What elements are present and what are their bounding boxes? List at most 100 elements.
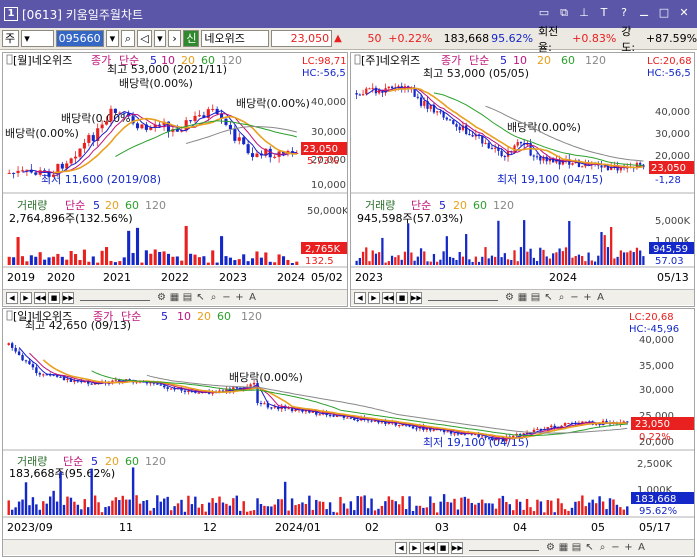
zoom-out-icon[interactable]: − (569, 292, 580, 303)
next-icon[interactable]: › (167, 30, 182, 47)
minimize-icon[interactable]: ⚊ (637, 6, 651, 20)
volume-bar (235, 495, 239, 515)
chart-type-icon[interactable]: ▤ (571, 542, 582, 553)
cursor-icon[interactable]: ↖ (584, 542, 595, 553)
candle-body (390, 86, 394, 89)
search-icon[interactable]: ⌕ (121, 30, 135, 47)
close-icon[interactable]: ✕ (677, 6, 691, 20)
fast-back-button[interactable]: ◀◀ (34, 291, 46, 304)
window-restore-icon[interactable]: ▭ (537, 6, 551, 20)
maximize-icon[interactable]: □ (657, 6, 671, 20)
chart-type-icon[interactable]: ▤ (530, 292, 541, 303)
magnifier-icon[interactable]: ⌕ (597, 542, 608, 553)
candle-body (273, 156, 277, 158)
text-size-icon[interactable]: A (595, 292, 606, 303)
fast-back-button[interactable]: ◀◀ (382, 291, 394, 304)
scroll-left-button[interactable]: ◀ (395, 541, 407, 554)
zoom-out-icon[interactable]: − (610, 542, 621, 553)
daily-pct-tag: 0.22% (639, 432, 671, 443)
code-dropdown-icon[interactable]: ▾ (105, 30, 120, 47)
candle-body (471, 135, 474, 137)
market-select[interactable]: 주 (2, 30, 20, 47)
zoom-in-icon[interactable]: + (582, 292, 593, 303)
scroll-left-button[interactable]: ◀ (354, 291, 366, 304)
pin-icon[interactable]: ⊥ (577, 6, 591, 20)
daily-vol-tag: 183,668 (635, 494, 676, 505)
zoom-slider[interactable] (428, 295, 498, 301)
scroll-right-button[interactable]: ▶ (368, 291, 380, 304)
weekly-chart[interactable]: [주]네오위즈 종가 단순 5 10 20 60 120 LC:20,68 HC… (351, 53, 694, 289)
text-size-icon[interactable]: A (247, 292, 258, 303)
market-dropdown-icon[interactable]: ▾ (21, 30, 54, 47)
grid-icon[interactable]: ▦ (169, 292, 180, 303)
volume-bar (400, 259, 403, 265)
monthly-chart[interactable]: [월]네오위즈 종가 단순 5 10 20 60 120 LC:98,71 HC… (3, 53, 347, 289)
volume-bar (176, 503, 180, 515)
volume-bar (135, 227, 140, 265)
stop-button[interactable]: ■ (437, 541, 449, 554)
weekly-ytick-2: 20,000 (655, 151, 690, 162)
volume-bar (16, 237, 20, 265)
chart-type-icon[interactable]: ▤ (182, 292, 193, 303)
candle-body (183, 390, 187, 392)
daily-chart[interactable]: [일]네오위즈 종가 단순 5 10 20 60 120 LC:20,68 HC… (3, 309, 694, 539)
volume-bar (397, 504, 401, 515)
candle-body (109, 108, 113, 122)
cursor-icon[interactable]: ↖ (195, 292, 206, 303)
stop-button[interactable]: ■ (396, 291, 408, 304)
speaker-icon[interactable]: ◁ (136, 30, 153, 47)
scroll-left-button[interactable]: ◀ (6, 291, 18, 304)
volume-bar (539, 501, 543, 515)
scroll-right-button[interactable]: ▶ (20, 291, 32, 304)
magnifier-icon[interactable]: ⌕ (556, 292, 567, 303)
zoom-in-icon[interactable]: + (234, 292, 245, 303)
stop-button[interactable]: ■ (48, 291, 60, 304)
text-size-icon[interactable]: A (636, 542, 647, 553)
volume-bar (439, 259, 442, 265)
help-icon[interactable]: ? (617, 6, 631, 20)
volume-bar (587, 252, 590, 265)
window-duplicate-icon[interactable]: ⧉ (557, 6, 571, 20)
fast-forward-button[interactable]: ▶▶ (410, 291, 422, 304)
grid-icon[interactable]: ▦ (517, 292, 528, 303)
volume-bar (228, 505, 232, 515)
volume-bar (581, 255, 584, 265)
magnifier-icon[interactable]: ⌕ (208, 292, 219, 303)
cursor-icon[interactable]: ↖ (543, 292, 554, 303)
weekly-legend-60: 60 (561, 54, 575, 67)
fast-forward-button[interactable]: ▶▶ (62, 291, 74, 304)
grid-icon[interactable]: ▦ (558, 542, 569, 553)
zoom-out-icon[interactable]: − (221, 292, 232, 303)
volume-bar (328, 502, 332, 515)
candle-body (270, 407, 273, 409)
settings-icon[interactable]: ⚙ (504, 292, 515, 303)
scroll-right-button[interactable]: ▶ (409, 541, 421, 554)
volume-bar (321, 501, 325, 515)
volume-bar (342, 503, 346, 515)
zoom-slider[interactable] (469, 545, 539, 551)
volume-bar (610, 227, 613, 265)
candle-body (21, 355, 24, 361)
volume-bar (118, 499, 121, 515)
speaker-dropdown-icon[interactable]: ▾ (154, 30, 166, 47)
settings-icon[interactable]: ⚙ (156, 292, 167, 303)
weekly-legend-close: 종가 (441, 54, 461, 67)
volume-bar (568, 221, 571, 265)
volume-bar (626, 252, 629, 265)
stock-code-input[interactable]: 095660 (55, 30, 104, 47)
volume-bar (259, 504, 263, 515)
weekly-vol-tag: 945,59 (653, 244, 688, 255)
zoom-in-icon[interactable]: + (623, 542, 634, 553)
monthly-dividend-annotation-3: 배당락(0.00%) (5, 127, 79, 140)
fast-back-button[interactable]: ◀◀ (423, 541, 435, 554)
volume-bar (539, 247, 542, 265)
settings-icon[interactable]: ⚙ (545, 542, 556, 553)
volume-bar (601, 501, 605, 515)
text-icon[interactable]: T (597, 6, 611, 20)
volume-bar (211, 498, 214, 515)
fast-forward-button[interactable]: ▶▶ (451, 541, 463, 554)
volume-bar (411, 510, 415, 515)
volume-bar (34, 256, 38, 265)
zoom-slider[interactable] (80, 295, 150, 301)
candle-body (290, 408, 294, 412)
